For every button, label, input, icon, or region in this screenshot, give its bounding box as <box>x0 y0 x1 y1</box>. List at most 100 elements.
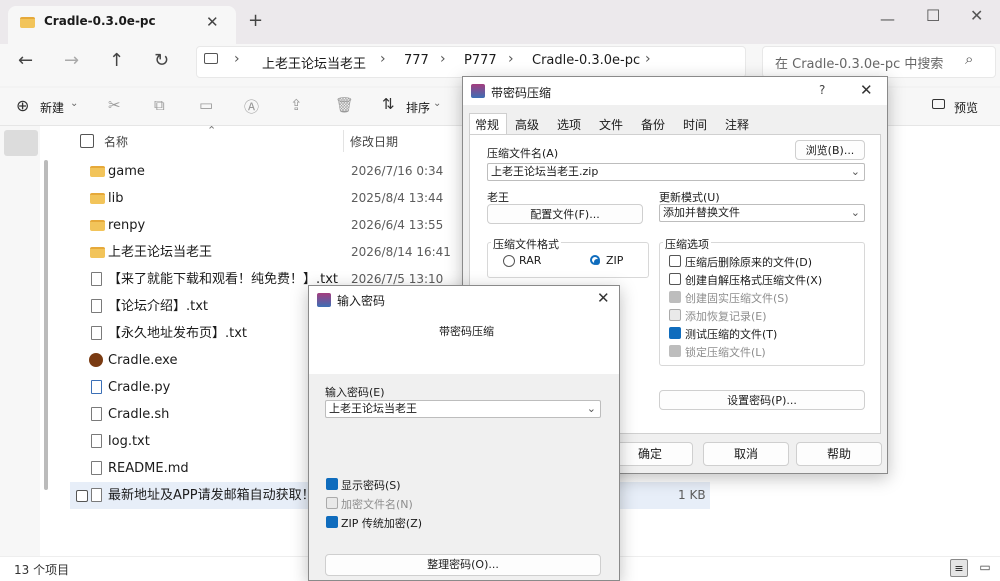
option-label[interactable]: 创建自解压格式压缩文件(X) <box>685 272 822 288</box>
chevron-down-icon[interactable]: ⌄ <box>70 98 78 109</box>
tab-time[interactable]: 时间 <box>683 116 707 133</box>
chevron-down-icon[interactable]: ⌄ <box>851 164 860 180</box>
details-view-icon[interactable]: ≡ <box>950 559 968 577</box>
new-icon[interactable]: ⊕ <box>16 96 29 115</box>
chevron-right-icon: › <box>380 51 386 67</box>
archive-name-label: 压缩文件名(A) <box>487 147 559 160</box>
update-mode-combo[interactable]: 添加并替换文件 ⌄ <box>659 204 865 222</box>
window-close-icon[interactable]: ✕ <box>970 6 983 25</box>
option-label[interactable]: 压缩后删除原来的文件(D) <box>685 254 812 270</box>
breadcrumb-item[interactable]: 上老王论坛当老王 <box>262 53 366 72</box>
format-label: 压缩文件格式 <box>491 236 561 252</box>
tab-close-icon[interactable]: ✕ <box>206 13 219 31</box>
scrollbar[interactable] <box>44 160 48 490</box>
new-button[interactable]: 新建 <box>40 99 64 116</box>
copy-icon[interactable]: ⧉ <box>154 96 165 114</box>
format-zip-label[interactable]: ZIP <box>606 254 623 267</box>
encrypt-names-checkbox[interactable] <box>326 497 338 509</box>
password-value: 上老王论坛当老王 <box>329 402 417 415</box>
option-label[interactable]: 锁定压缩文件(L) <box>685 344 766 360</box>
folder-icon <box>90 220 105 231</box>
row-checkbox[interactable] <box>76 490 88 502</box>
search-input[interactable]: 在 Cradle-0.3.0e-pc 中搜索 <box>775 53 943 72</box>
format-rar-label[interactable]: RAR <box>519 254 541 267</box>
file-name: log.txt <box>108 434 150 449</box>
breadcrumb-item[interactable]: P777 <box>464 53 497 68</box>
minimize-icon[interactable]: — <box>880 10 895 28</box>
tab-general[interactable]: 常规 <box>475 116 499 133</box>
column-modified[interactable]: 修改日期 <box>350 133 398 150</box>
set-password-button[interactable]: 设置密码(P)... <box>659 390 865 410</box>
chevron-down-icon[interactable]: ⌄ <box>433 98 441 109</box>
forward-icon[interactable]: → <box>64 50 79 71</box>
format-rar-radio[interactable] <box>503 255 515 267</box>
list-item[interactable]: renpy 2026/6/4 13:55 <box>70 212 443 239</box>
navigation-pane[interactable] <box>0 126 40 556</box>
search-icon[interactable]: ⌕ <box>965 50 973 68</box>
option-label[interactable]: 创建固实压缩文件(S) <box>685 290 789 306</box>
option-checkbox[interactable] <box>669 291 681 303</box>
option-label[interactable]: 添加恢复记录(E) <box>685 308 767 324</box>
option-checkbox[interactable] <box>669 309 681 321</box>
zip-legacy-checkbox[interactable] <box>326 516 338 528</box>
close-icon[interactable]: ✕ <box>860 81 873 99</box>
tab-files[interactable]: 文件 <box>599 116 623 133</box>
list-item[interactable]: lib 2025/8/4 13:44 <box>70 185 443 212</box>
encrypt-names-label[interactable]: 加密文件名(N) <box>341 496 413 512</box>
file-date: 2026/7/16 0:34 <box>351 164 444 178</box>
organize-passwords-button[interactable]: 整理密码(O)... <box>325 554 601 576</box>
option-checkbox[interactable] <box>669 345 681 357</box>
share-icon[interactable]: ⇪ <box>290 96 303 114</box>
format-zip-radio[interactable] <box>590 255 600 265</box>
file-icon <box>91 407 102 421</box>
nav-item-selected[interactable] <box>4 130 38 156</box>
chevron-down-icon[interactable]: ⌄ <box>587 401 596 417</box>
sort-icon[interactable]: ⇅ <box>382 95 395 113</box>
option-checkbox[interactable] <box>669 327 681 339</box>
password-field[interactable]: 上老王论坛当老王 ⌄ <box>325 400 601 418</box>
tab-advanced[interactable]: 高级 <box>515 116 539 133</box>
option-label[interactable]: 测试压缩的文件(T) <box>685 326 777 342</box>
tab-comment[interactable]: 注释 <box>725 116 749 133</box>
column-name[interactable]: 名称 <box>104 133 128 150</box>
refresh-icon[interactable]: ↻ <box>154 50 169 71</box>
rename-icon[interactable]: Ⓐ <box>244 96 259 117</box>
folder-icon <box>90 166 105 177</box>
option-checkbox[interactable] <box>669 273 681 285</box>
computer-icon <box>204 53 218 64</box>
cancel-button[interactable]: 取消 <box>703 442 789 466</box>
sort-button[interactable]: 排序 <box>406 99 430 116</box>
preview-icon[interactable] <box>932 99 945 109</box>
text-file-icon <box>91 299 102 313</box>
select-all-checkbox[interactable] <box>80 134 94 148</box>
up-icon[interactable]: ↑ <box>109 50 124 71</box>
breadcrumb-item[interactable]: 777 <box>404 53 429 68</box>
zip-legacy-label[interactable]: ZIP 传统加密(Z) <box>341 515 422 531</box>
cut-icon[interactable]: ✂ <box>108 96 121 114</box>
tiles-view-icon[interactable]: ▭ <box>976 559 994 577</box>
help-button[interactable]: 帮助 <box>796 442 882 466</box>
browse-button[interactable]: 浏览(B)... <box>795 140 865 160</box>
tab-backup[interactable]: 备份 <box>641 116 665 133</box>
chevron-right-icon[interactable]: › <box>645 51 651 67</box>
maximize-icon[interactable]: ☐ <box>926 6 940 25</box>
column-divider[interactable] <box>343 130 344 152</box>
new-tab-icon[interactable]: + <box>248 10 263 31</box>
profile-button[interactable]: 配置文件(F)... <box>487 204 643 224</box>
list-item[interactable]: 上老王论坛当老王 2026/8/14 16:41 <box>70 239 451 266</box>
breadcrumb-item[interactable]: Cradle-0.3.0e-pc <box>532 53 640 68</box>
show-password-label[interactable]: 显示密码(S) <box>341 477 401 493</box>
back-icon[interactable]: ← <box>18 50 33 71</box>
tab-options[interactable]: 选项 <box>557 116 581 133</box>
option-checkbox[interactable] <box>669 255 681 267</box>
show-password-checkbox[interactable] <box>326 478 338 490</box>
list-item[interactable]: game 2026/7/16 0:34 <box>70 158 443 185</box>
paste-icon[interactable]: ▭ <box>199 96 213 114</box>
chevron-down-icon[interactable]: ⌄ <box>851 205 860 221</box>
delete-icon[interactable]: 🗑 <box>335 96 354 114</box>
archive-name-combo[interactable]: 上老王论坛当老王.zip ⌄ <box>487 163 865 181</box>
preview-button[interactable]: 预览 <box>954 99 978 116</box>
close-icon[interactable]: ✕ <box>597 289 610 307</box>
file-size: 1 KB <box>678 488 706 502</box>
help-icon[interactable]: ? <box>819 83 825 97</box>
